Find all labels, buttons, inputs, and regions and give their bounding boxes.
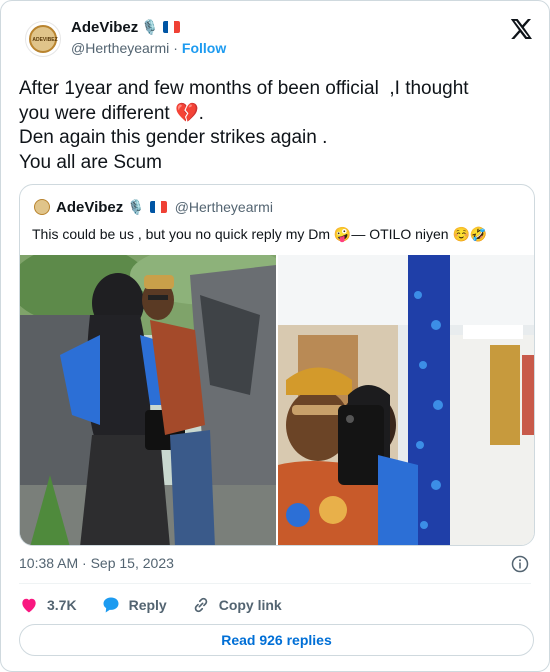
avatar-logo-text: ADEVIBEZ: [32, 37, 58, 43]
quoted-photo-left[interactable]: [20, 255, 276, 546]
action-bar: 3.7K Reply Copy link: [19, 593, 306, 617]
follow-button[interactable]: Follow: [182, 40, 226, 58]
tweet-text-line: After 1year and few months of been offic…: [19, 78, 469, 99]
quoted-tweet-text: This could be us , but you no quick repl…: [32, 226, 488, 242]
quoted-tweet-header: AdeVibez 🎙️ @Hertheyearmi: [34, 197, 273, 217]
tweet-text-line: You all are Scum: [19, 151, 162, 173]
quoted-avatar: [34, 199, 50, 215]
tweet-timestamp[interactable]: 10:38 AM · Sep 15, 2023: [19, 555, 174, 571]
info-icon[interactable]: [511, 555, 529, 573]
tweet-text: After 1year and few months of been offic…: [19, 77, 533, 175]
copy-link-label: Copy link: [218, 597, 282, 613]
tweet-text-line: you were different 💔.: [19, 102, 204, 124]
reply-label: Reply: [128, 597, 167, 613]
like-count: 3.7K: [47, 597, 77, 613]
separator-dot: ·: [173, 40, 178, 56]
copy-link-button[interactable]: Copy link: [191, 595, 282, 615]
tweet-text-line: Den again this gender strikes again .: [19, 127, 328, 148]
microphone-icon: 🎙️: [127, 199, 145, 215]
x-logo-icon[interactable]: [509, 17, 533, 41]
author-handle[interactable]: @Hertheyearmi: [71, 40, 169, 58]
embedded-tweet-card: ADEVIBEZ AdeVibez 🎙️ @Hertheyearmi · Fol…: [0, 0, 550, 672]
avatar-badge: ADEVIBEZ: [29, 25, 58, 53]
avatar[interactable]: ADEVIBEZ: [25, 21, 61, 57]
quoted-display-name: AdeVibez: [56, 198, 124, 216]
tweet-header: ADEVIBEZ AdeVibez 🎙️ @Hertheyearmi · Fol…: [21, 17, 533, 61]
france-flag-icon: [149, 201, 167, 213]
read-replies-button[interactable]: Read 926 replies: [19, 624, 534, 656]
quoted-tweet[interactable]: AdeVibez 🎙️ @Hertheyearmi This could be …: [19, 184, 535, 546]
divider: [19, 583, 531, 584]
link-icon: [194, 597, 207, 613]
author-handle-line: @Hertheyearmi · Follow: [71, 40, 226, 58]
quoted-handle: @Hertheyearmi: [174, 199, 273, 215]
author-name-line[interactable]: AdeVibez 🎙️: [71, 17, 180, 37]
france-flag-icon: [162, 21, 180, 33]
author-display-name[interactable]: AdeVibez: [71, 19, 138, 36]
reply-button[interactable]: Reply: [101, 595, 167, 615]
heart-icon: [22, 598, 36, 613]
reply-bubble-icon: [103, 597, 119, 613]
quoted-photo-right[interactable]: [278, 255, 535, 546]
like-button[interactable]: 3.7K: [19, 595, 77, 615]
microphone-icon: 🎙️: [141, 19, 159, 35]
